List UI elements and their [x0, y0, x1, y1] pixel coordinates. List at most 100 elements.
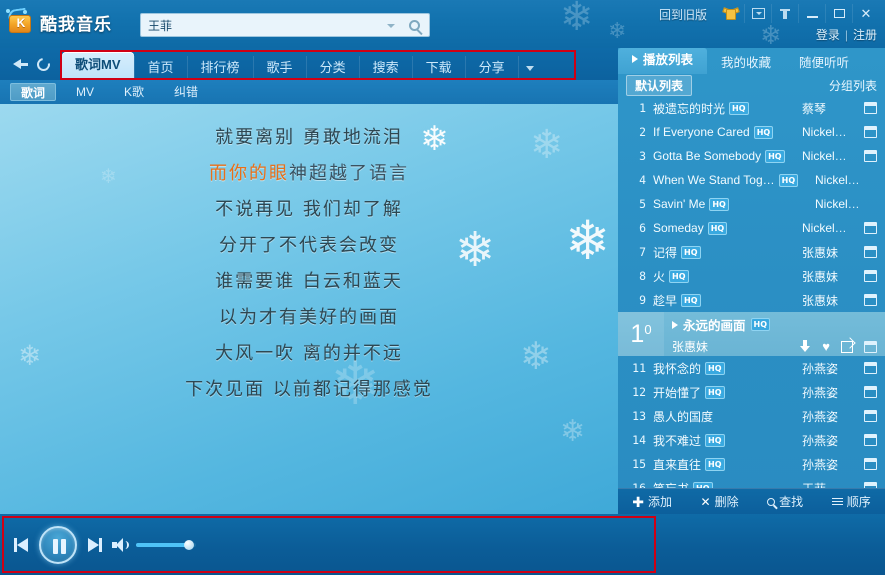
search-history-dropdown[interactable]: [383, 14, 399, 36]
favorite-icon[interactable]: ♥: [822, 340, 830, 353]
tab-share[interactable]: 分享: [464, 56, 518, 79]
mini-mode-button[interactable]: [744, 4, 771, 23]
table-row[interactable]: 2 If Everyone Cared HQ Nickel…: [618, 120, 885, 144]
volume-slider[interactable]: [136, 540, 196, 550]
login-link[interactable]: 登录: [816, 28, 840, 42]
calendar-icon[interactable]: [864, 222, 877, 234]
table-row[interactable]: 9 趁早 HQ 张惠妹: [618, 288, 885, 312]
tab-search[interactable]: 搜索: [358, 56, 412, 79]
table-row[interactable]: 5 Savin' Me HQ Nickel…: [618, 192, 885, 216]
lyric-sung-part: 而你的眼: [209, 163, 289, 184]
calendar-icon[interactable]: [864, 270, 877, 282]
table-row[interactable]: 3 Gotta Be Somebody HQ Nickel…: [618, 144, 885, 168]
skin-button[interactable]: [717, 4, 744, 23]
calendar-icon[interactable]: [864, 362, 877, 374]
close-button[interactable]: ✕: [852, 4, 879, 23]
hq-badge: HQ: [750, 318, 771, 331]
table-row[interactable]: 6 Someday HQ Nickel…: [618, 216, 885, 240]
tab-lyrics-mv[interactable]: 歌词MV: [62, 52, 134, 79]
pin-icon: [779, 8, 791, 20]
table-row-selected[interactable]: 10 永远的画面 HQ 张惠妹 ♥: [618, 312, 885, 356]
default-list-button[interactable]: 默认列表: [626, 74, 693, 96]
order-button[interactable]: 顺序: [831, 493, 871, 510]
table-row[interactable]: 14 我不难过 HQ 孙燕姿: [618, 428, 885, 452]
volume-knob[interactable]: [183, 540, 194, 550]
row-title-cell: Savin' Me HQ: [653, 197, 815, 211]
tab-artists[interactable]: 歌手: [252, 56, 306, 79]
register-link[interactable]: 注册: [853, 28, 877, 42]
table-row[interactable]: 8 火 HQ 张惠妹: [618, 264, 885, 288]
row-artist: 孙燕姿: [802, 457, 839, 472]
play-triangle-icon: [672, 320, 678, 329]
row-artist: 孙燕姿: [802, 409, 839, 424]
row-title-cell: If Everyone Cared HQ: [653, 125, 802, 139]
calendar-icon[interactable]: [864, 150, 877, 162]
calendar-icon[interactable]: [864, 458, 877, 470]
chevron-down-icon[interactable]: [517, 56, 540, 79]
hq-badge: HQ: [681, 245, 701, 259]
table-row[interactable]: 11 我怀念的 HQ 孙燕姿: [618, 356, 885, 380]
calendar-icon[interactable]: [864, 102, 877, 114]
maximize-button[interactable]: [825, 4, 852, 23]
tab-favorites[interactable]: 我的收藏: [707, 52, 785, 74]
app-logo[interactable]: K 酷我音乐: [6, 7, 112, 35]
calendar-icon[interactable]: [864, 434, 877, 446]
table-row[interactable]: 15 直来直往 HQ 孙燕姿: [618, 452, 885, 476]
lyric-line: 分开了不代表会改变: [219, 235, 399, 256]
subtab-karaoke[interactable]: K歌: [114, 83, 154, 101]
search-box[interactable]: [140, 13, 430, 37]
row-index: 1: [639, 101, 646, 115]
previous-track-button[interactable]: [12, 534, 34, 556]
lyric-line: 就要离别 勇敢地流泪: [215, 127, 403, 148]
find-button[interactable]: 查找: [767, 493, 803, 510]
subtab-report-error[interactable]: 纠错: [164, 83, 208, 101]
row-index: 11: [632, 361, 646, 375]
back-button[interactable]: [6, 53, 28, 75]
selected-meta-row: 张惠妹 ♥: [672, 338, 877, 355]
delete-button[interactable]: ✕ 删除: [701, 493, 739, 510]
tab-download[interactable]: 下载: [411, 56, 465, 79]
hq-badge: HQ: [753, 125, 774, 139]
add-button[interactable]: ✚ 添加: [632, 493, 672, 510]
calendar-icon[interactable]: [864, 246, 877, 258]
play-pause-button[interactable]: [39, 526, 77, 564]
hq-badge: HQ: [707, 221, 728, 235]
table-row[interactable]: 7 记得 HQ 张惠妹: [618, 240, 885, 264]
back-to-old-version-link[interactable]: 回到旧版: [659, 6, 707, 23]
volume-icon[interactable]: [112, 538, 129, 552]
minimize-button[interactable]: [798, 4, 825, 23]
row-title: 开始懂了: [653, 385, 702, 400]
hq-badge: HQ: [778, 173, 799, 187]
tab-radio[interactable]: 随便听听: [785, 52, 863, 74]
pin-button[interactable]: [771, 4, 798, 23]
search-icon[interactable]: [399, 14, 429, 36]
close-icon: ✕: [860, 6, 872, 21]
next-track-button[interactable]: [82, 534, 104, 556]
tab-playlist[interactable]: 播放列表: [618, 48, 708, 74]
row-index: 14: [632, 433, 646, 447]
group-list-button[interactable]: 分组列表: [829, 77, 877, 94]
subtab-lyrics[interactable]: 歌词: [10, 83, 57, 101]
calendar-icon[interactable]: [864, 126, 877, 138]
calendar-icon[interactable]: [864, 410, 877, 422]
table-row[interactable]: 16 笑忘书HQ 王菲: [618, 476, 885, 488]
volume-control: [112, 538, 196, 552]
calendar-icon[interactable]: [864, 294, 877, 306]
tab-categories[interactable]: 分类: [305, 56, 359, 79]
lyrics-list: 就要离别 勇敢地流泪 而你的眼神超越了语言 不说再见 我们却了解 分开了不代表会…: [0, 120, 618, 408]
selected-title-row: 永远的画面 HQ: [672, 315, 877, 334]
play-triangle-icon: [632, 55, 638, 63]
tab-charts[interactable]: 排行榜: [186, 56, 253, 79]
search-input[interactable]: [141, 14, 383, 36]
table-row[interactable]: 12 开始懂了 HQ 孙燕姿: [618, 380, 885, 404]
table-row[interactable]: 4 When We Stand Tog… HQ Nickel…: [618, 168, 885, 192]
tab-home[interactable]: 首页: [133, 56, 187, 79]
table-row[interactable]: 1 被遗忘的时光 HQ 蔡琴: [618, 96, 885, 120]
calendar-icon[interactable]: [864, 386, 877, 398]
calendar-icon[interactable]: [864, 340, 877, 353]
table-row[interactable]: 13 愚人的国度 孙燕姿: [618, 404, 885, 428]
download-icon[interactable]: [799, 340, 811, 353]
subtab-mv[interactable]: MV: [66, 83, 104, 101]
refresh-button[interactable]: [32, 53, 54, 75]
share-icon[interactable]: [841, 340, 853, 353]
